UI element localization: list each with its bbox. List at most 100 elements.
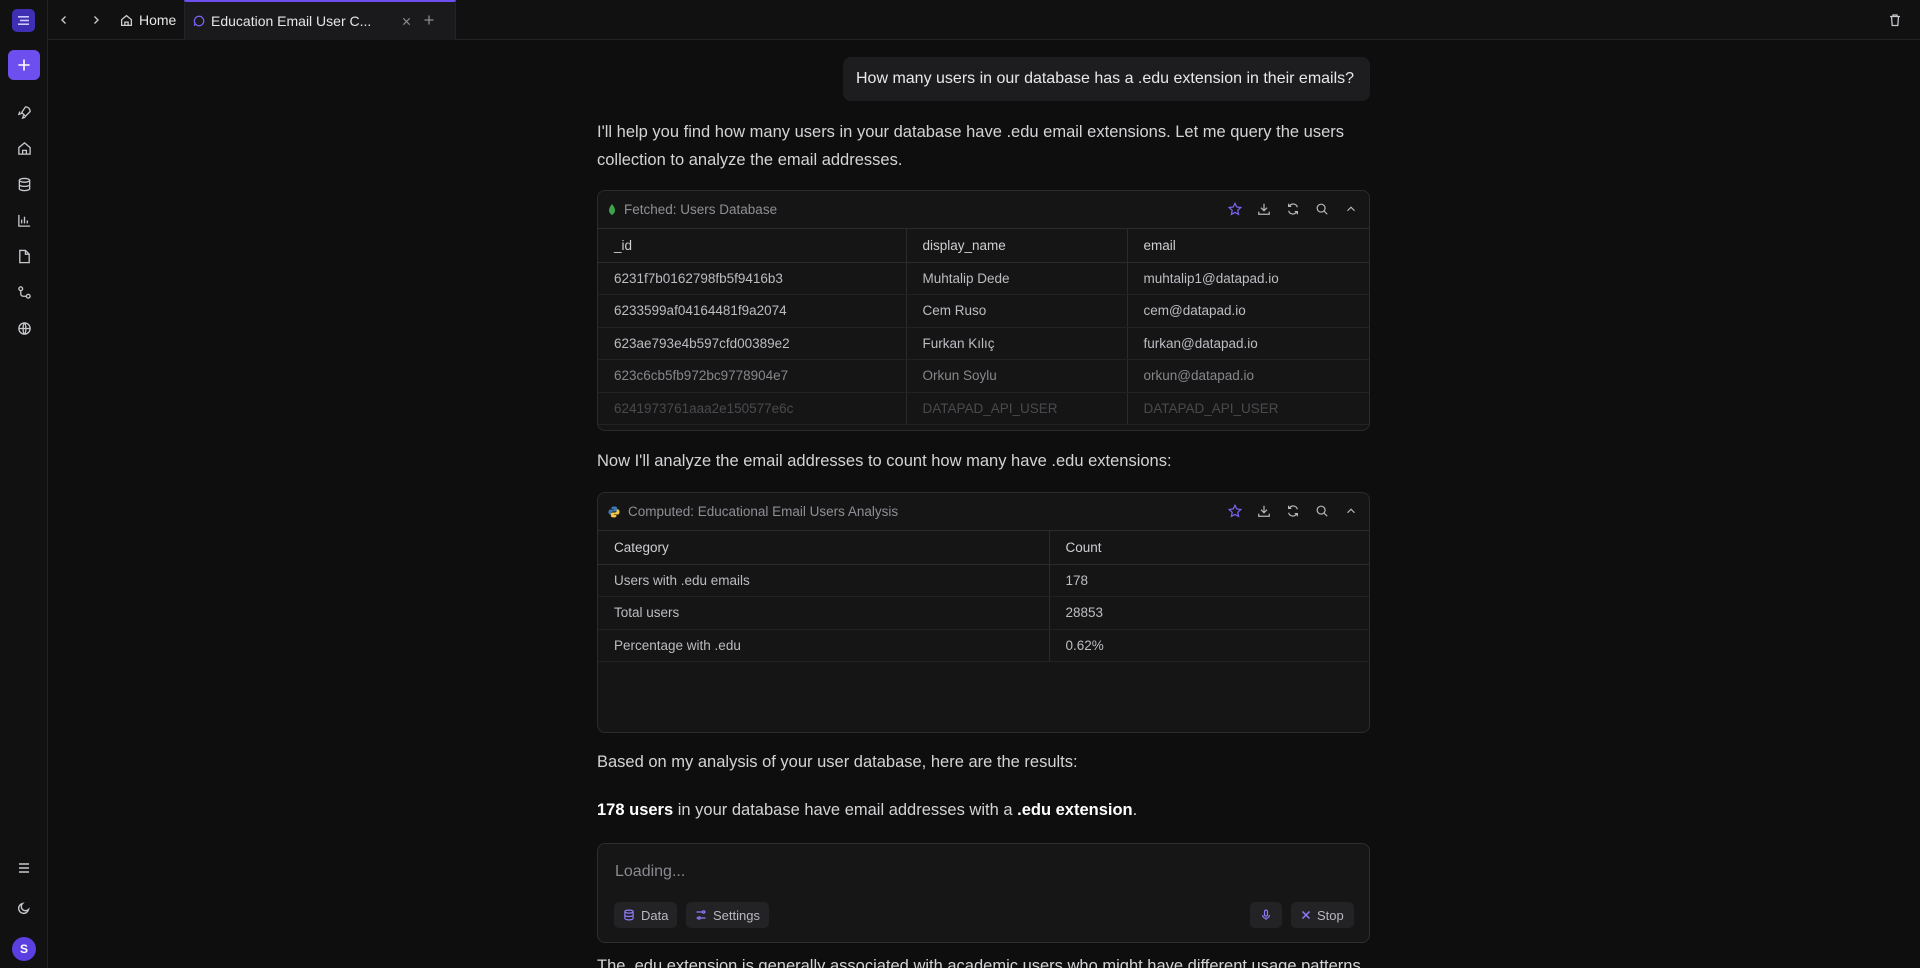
- table-cell: cem@datapad.io: [1127, 294, 1369, 328]
- computed-analysis-card: Computed: Educational Email Users Analys…: [597, 492, 1370, 733]
- chat-composer[interactable]: Loading... Data Settings Stop: [597, 843, 1370, 943]
- table-cell: 6241973761aaa2e150577e6c: [598, 392, 907, 425]
- table-cell: 28853: [1049, 596, 1369, 630]
- menu-icon[interactable]: [14, 858, 34, 878]
- star-icon[interactable]: [1227, 201, 1243, 217]
- card-title: Fetched: Users Database: [624, 202, 778, 217]
- table-cell: Cem Ruso: [906, 294, 1128, 328]
- table-row: Total users 28853: [598, 596, 1369, 630]
- table-row: 623ae793e4b597cfd00389e2 Furkan Kılıç fu…: [598, 327, 1369, 360]
- microphone-button[interactable]: [1250, 902, 1282, 928]
- assistant-mid-text: Now I'll analyze the email addresses to …: [597, 452, 1172, 470]
- tab-home-label: Home: [139, 12, 177, 28]
- tab-home[interactable]: Home: [120, 0, 176, 40]
- rocket-icon[interactable]: [14, 102, 34, 122]
- result-text: in your database have email addresses wi…: [673, 801, 1018, 819]
- column-header[interactable]: Count: [1049, 531, 1369, 565]
- search-icon[interactable]: [1314, 503, 1330, 519]
- table-cell: 6233599af04164481f9a2074: [598, 294, 907, 328]
- user-message: How many users in our database has a .ed…: [843, 57, 1370, 101]
- table-row: 6233599af04164481f9a2074 Cem Ruso cem@da…: [598, 294, 1369, 328]
- user-avatar[interactable]: S: [12, 937, 36, 961]
- new-chat-button[interactable]: [8, 50, 40, 80]
- table-row: 623c6cb5fb972bc9778904e7 Orkun Soylu ork…: [598, 359, 1369, 393]
- globe-icon[interactable]: [14, 318, 34, 338]
- table-cell: DATAPAD_API_USER: [1127, 392, 1369, 425]
- workflow-icon[interactable]: [14, 282, 34, 302]
- results-summary: 178 users in your database have email ad…: [597, 796, 1377, 824]
- card-title: Computed: Educational Email Users Analys…: [628, 504, 899, 519]
- data-button[interactable]: Data: [614, 902, 678, 928]
- chat-bubble-icon: [193, 15, 205, 27]
- table-row: Percentage with .edu 0.62%: [598, 629, 1369, 662]
- home-icon: [120, 14, 133, 26]
- results-intro: Based on my analysis of your user databa…: [597, 753, 1078, 771]
- python-icon: [608, 506, 620, 517]
- fetched-users-table: _id display_name email 6231f7b0162798fb5…: [598, 229, 1369, 425]
- document-icon[interactable]: [14, 246, 34, 266]
- sliders-icon: [696, 910, 706, 920]
- tab-active-label: Education Email User C...: [211, 13, 372, 29]
- mongodb-leaf-icon: [609, 203, 615, 215]
- table-cell: Orkun Soylu: [906, 359, 1128, 393]
- chart-icon[interactable]: [14, 210, 34, 230]
- user-message-text: How many users in our database has a .ed…: [856, 70, 1355, 87]
- table-cell: 0.62%: [1049, 629, 1369, 662]
- chevron-up-icon[interactable]: [1343, 503, 1359, 519]
- database-icon: [624, 909, 634, 921]
- card-header: Fetched: Users Database: [598, 191, 1369, 229]
- refresh-icon[interactable]: [1285, 201, 1301, 217]
- table-cell: 623ae793e4b597cfd00389e2: [598, 327, 907, 360]
- forward-icon[interactable]: [86, 10, 106, 30]
- tab-bar: Home Education Email User C...: [48, 0, 1920, 40]
- column-header[interactable]: email: [1127, 229, 1369, 263]
- data-button-label: Data: [641, 907, 669, 923]
- close-icon[interactable]: [399, 14, 413, 28]
- download-icon[interactable]: [1256, 201, 1272, 217]
- assistant-intro: I'll help you find how many users in you…: [597, 123, 1344, 169]
- home-icon[interactable]: [14, 138, 34, 158]
- table-cell: DATAPAD_API_USER: [906, 392, 1128, 425]
- computed-analysis-table: Category Count Users with .edu emails 17…: [598, 531, 1369, 662]
- trash-icon[interactable]: [1886, 11, 1904, 29]
- refresh-icon[interactable]: [1285, 503, 1301, 519]
- moon-icon[interactable]: [14, 898, 34, 918]
- result-extension: .edu extension: [1017, 801, 1133, 819]
- chevron-up-icon[interactable]: [1343, 201, 1359, 217]
- table-cell: Furkan Kılıç: [906, 327, 1128, 360]
- new-tab-icon[interactable]: [420, 11, 438, 29]
- microphone-icon: [1262, 909, 1270, 920]
- star-icon[interactable]: [1227, 503, 1243, 519]
- search-icon[interactable]: [1314, 201, 1330, 217]
- table-row: 6241973761aaa2e150577e6c DATAPAD_API_USE…: [598, 392, 1369, 425]
- settings-button-label: Settings: [713, 907, 760, 923]
- table-row: 6231f7b0162798fb5f9416b3 Muhtalip Dede m…: [598, 262, 1369, 295]
- column-header[interactable]: Category: [598, 531, 1050, 565]
- table-row: Users with .edu emails 178: [598, 564, 1369, 597]
- stop-button[interactable]: Stop: [1291, 902, 1354, 928]
- assistant-trailing-text: The .edu extension is generally associat…: [597, 957, 1361, 968]
- database-icon[interactable]: [14, 174, 34, 194]
- sidebar: S: [0, 0, 48, 968]
- table-cell: 178: [1049, 564, 1369, 597]
- table-cell: Muhtalip Dede: [906, 262, 1128, 295]
- result-count: 178 users: [597, 801, 674, 819]
- close-icon: [1301, 910, 1311, 920]
- table-cell: Users with .edu emails: [598, 564, 1050, 597]
- download-icon[interactable]: [1256, 503, 1272, 519]
- app-logo[interactable]: [12, 9, 35, 32]
- column-header[interactable]: display_name: [906, 229, 1128, 263]
- composer-input[interactable]: Loading...: [615, 863, 685, 881]
- back-icon[interactable]: [54, 10, 74, 30]
- table-cell: Percentage with .edu: [598, 629, 1050, 662]
- tab-active-chat[interactable]: Education Email User C...: [184, 0, 456, 40]
- column-header[interactable]: _id: [598, 229, 907, 263]
- table-cell: Total users: [598, 596, 1050, 630]
- settings-button[interactable]: Settings: [686, 902, 769, 928]
- card-header: Computed: Educational Email Users Analys…: [598, 493, 1369, 531]
- result-end: .: [1132, 801, 1138, 819]
- table-cell: orkun@datapad.io: [1127, 359, 1369, 393]
- stop-button-label: Stop: [1317, 907, 1344, 923]
- table-cell: furkan@datapad.io: [1127, 327, 1369, 360]
- table-cell: muhtalip1@datapad.io: [1127, 262, 1369, 295]
